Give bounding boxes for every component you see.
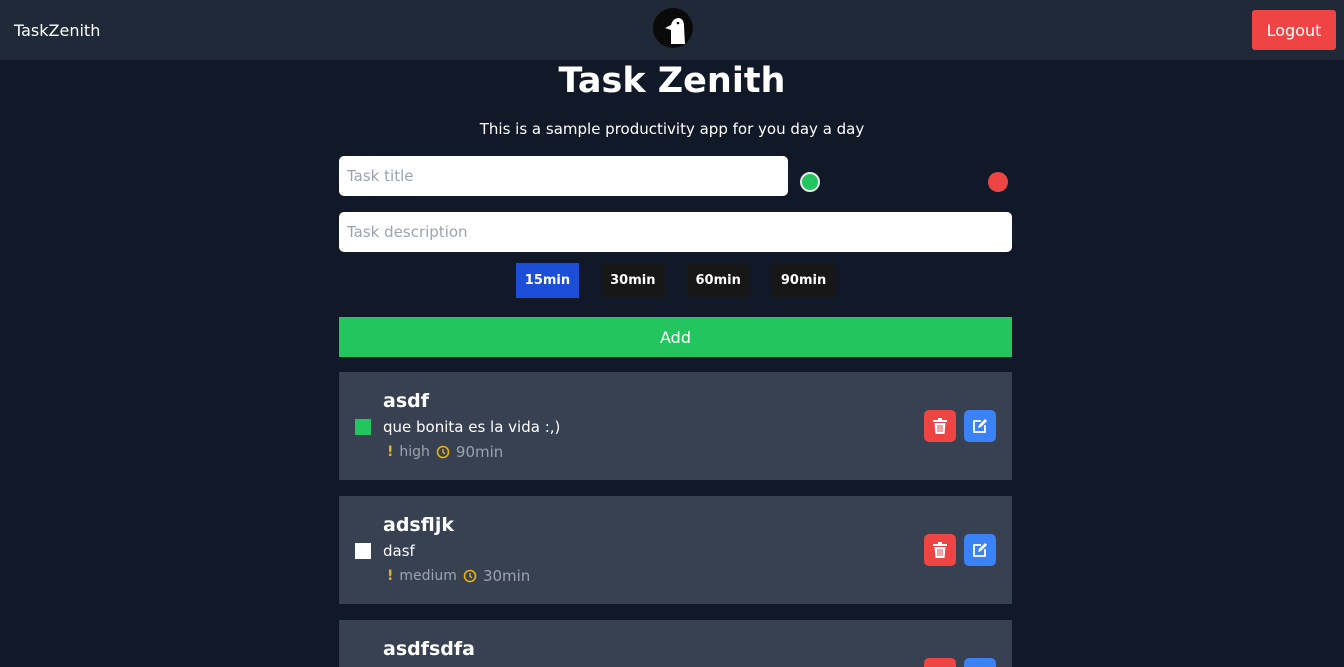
page-subtitle: This is a sample productivity app for yo…	[479, 120, 865, 138]
task-meta: ! high 90min	[387, 443, 503, 461]
task-meta: ! medium 30min	[387, 567, 530, 585]
duration-15min-button[interactable]: 15min	[515, 263, 580, 298]
penguin-logo-icon	[653, 8, 693, 48]
task-title: asdfsdfa	[383, 638, 475, 660]
trash-icon	[933, 542, 947, 558]
task-title-input[interactable]	[339, 156, 788, 196]
task-priority: high	[399, 444, 430, 460]
trash-icon	[933, 418, 947, 434]
duration-selector: 15min 30min 60min 90min	[339, 263, 1012, 298]
edit-task-button[interactable]	[964, 534, 996, 566]
task-duration: 30min	[482, 567, 531, 585]
task-duration: 90min	[455, 443, 504, 461]
task-description-input[interactable]	[339, 212, 1012, 252]
edit-icon	[973, 419, 987, 433]
task-checkbox[interactable]	[355, 543, 371, 559]
delete-task-button[interactable]	[924, 410, 956, 442]
add-task-button[interactable]: Add	[339, 317, 1012, 357]
clock-icon	[436, 445, 450, 459]
task-card: asdfsdfa	[339, 620, 1012, 667]
page-title: Task Zenith	[558, 61, 786, 101]
task-title: adsfljk	[383, 514, 454, 536]
priority-icon: !	[387, 444, 394, 460]
priority-icon: !	[387, 568, 394, 584]
edit-task-button[interactable]	[964, 658, 996, 667]
logout-button[interactable]: Logout	[1252, 10, 1336, 50]
task-form: 15min 30min 60min 90min Add	[339, 156, 1012, 357]
duration-60min-button[interactable]: 60min	[686, 263, 750, 298]
clock-icon	[463, 569, 477, 583]
duration-30min-button[interactable]: 30min	[601, 263, 665, 298]
task-description: que bonita es la vida :,)	[383, 418, 561, 436]
task-description: dasf	[383, 542, 415, 560]
edit-icon	[973, 543, 987, 557]
task-card: adsfljk dasf ! medium 30min	[339, 496, 1012, 604]
delete-task-button[interactable]	[924, 658, 956, 667]
task-priority: medium	[399, 568, 457, 584]
duration-90min-button[interactable]: 90min	[771, 263, 836, 298]
brand-name[interactable]: TaskZenith	[14, 21, 100, 40]
task-title: asdf	[383, 390, 429, 412]
delete-task-button[interactable]	[924, 534, 956, 566]
edit-task-button[interactable]	[964, 410, 996, 442]
priority-dot-red[interactable]	[988, 172, 1008, 192]
task-checkbox[interactable]	[355, 419, 371, 435]
navbar: TaskZenith Logout	[0, 0, 1344, 60]
task-card: asdf que bonita es la vida :,) ! high 90…	[339, 372, 1012, 480]
priority-dot-green[interactable]	[800, 172, 820, 192]
task-list: asdf que bonita es la vida :,) ! high 90…	[339, 372, 1012, 667]
